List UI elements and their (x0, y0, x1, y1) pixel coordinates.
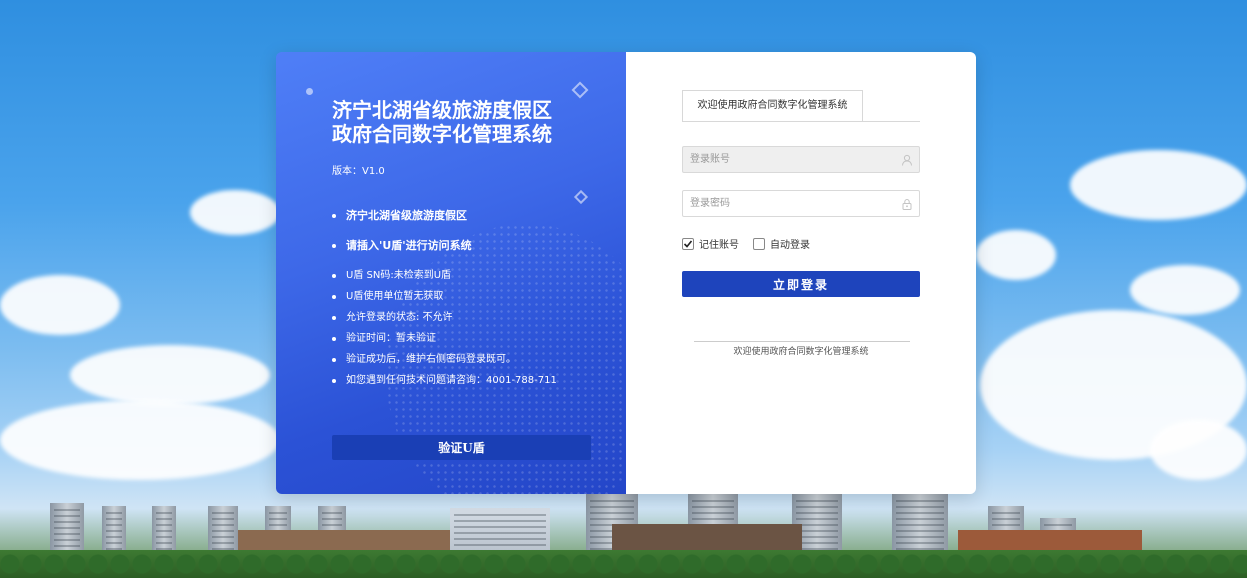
cloud (190, 190, 280, 235)
title-line-2: 政府合同数字化管理系统 (332, 122, 552, 146)
usb-key-panel: 济宁北湖省级旅游度假区 政府合同数字化管理系统 版本：V1.0 济宁北湖省级旅游… (276, 52, 626, 494)
decor-diamond (573, 189, 589, 205)
login-options: 记住账号 自动登录 (682, 236, 810, 251)
info-item: 请插入'U盾'进行访问系统 (332, 239, 557, 269)
auto-login-label: 自动登录 (770, 240, 810, 251)
user-icon (902, 154, 912, 166)
auto-login-checkbox[interactable]: 自动登录 (753, 236, 810, 251)
info-item: 如您遇到任何技术问题请咨询：4001-788-711 (332, 374, 557, 395)
version-label: 版本：V1.0 (332, 166, 385, 177)
verify-usb-key-button[interactable]: 验证U盾 (332, 435, 591, 460)
login-button[interactable]: 立即登录 (682, 271, 920, 297)
remember-account-label: 记住账号 (699, 240, 739, 251)
account-field (682, 146, 920, 173)
cloud (0, 400, 280, 480)
password-input[interactable] (683, 191, 919, 216)
check-icon (683, 239, 693, 248)
info-item: 允许登录的状态: 不允许 (332, 311, 557, 332)
login-panel: 欢迎使用政府合同数字化管理系统 登录账号 记住账号 自动登录 立即登录 欢迎使用… (626, 52, 976, 494)
cloud (0, 275, 120, 335)
info-item: U盾使用单位暂无获取 (332, 290, 557, 311)
usb-key-info-list: 济宁北湖省级旅游度假区 请插入'U盾'进行访问系统 U盾 SN码:未检索到U盾 … (332, 209, 557, 395)
tab-divider (682, 121, 920, 122)
footer-text: 欢迎使用政府合同数字化管理系统 (733, 347, 869, 357)
password-field (682, 190, 920, 217)
cloud (1150, 420, 1247, 480)
decor-diamond (571, 81, 589, 99)
remember-account-checkbox[interactable]: 记住账号 (682, 236, 739, 251)
account-input[interactable] (683, 147, 919, 172)
checkbox-unchecked[interactable] (753, 237, 765, 250)
info-item: 验证成功后，维护右侧密码登录既可。 (332, 353, 557, 374)
cloud (976, 230, 1056, 280)
cloud (70, 345, 270, 405)
lock-icon (902, 198, 912, 210)
checkbox-checked[interactable] (682, 237, 694, 250)
tab-welcome[interactable]: 欢迎使用政府合同数字化管理系统 (682, 90, 863, 122)
footer-divider (694, 341, 910, 342)
info-item: 验证时间：暂未验证 (332, 332, 557, 353)
system-title: 济宁北湖省级旅游度假区 政府合同数字化管理系统 (332, 98, 552, 146)
cloud (1070, 150, 1247, 220)
cloud (1130, 265, 1240, 315)
login-card: 济宁北湖省级旅游度假区 政府合同数字化管理系统 版本：V1.0 济宁北湖省级旅游… (276, 52, 976, 494)
info-item: 济宁北湖省级旅游度假区 (332, 209, 557, 239)
info-item: U盾 SN码:未检索到U盾 (332, 269, 557, 290)
title-line-1: 济宁北湖省级旅游度假区 (332, 98, 552, 122)
decor-dot (306, 88, 313, 95)
tree-line (0, 550, 1247, 578)
